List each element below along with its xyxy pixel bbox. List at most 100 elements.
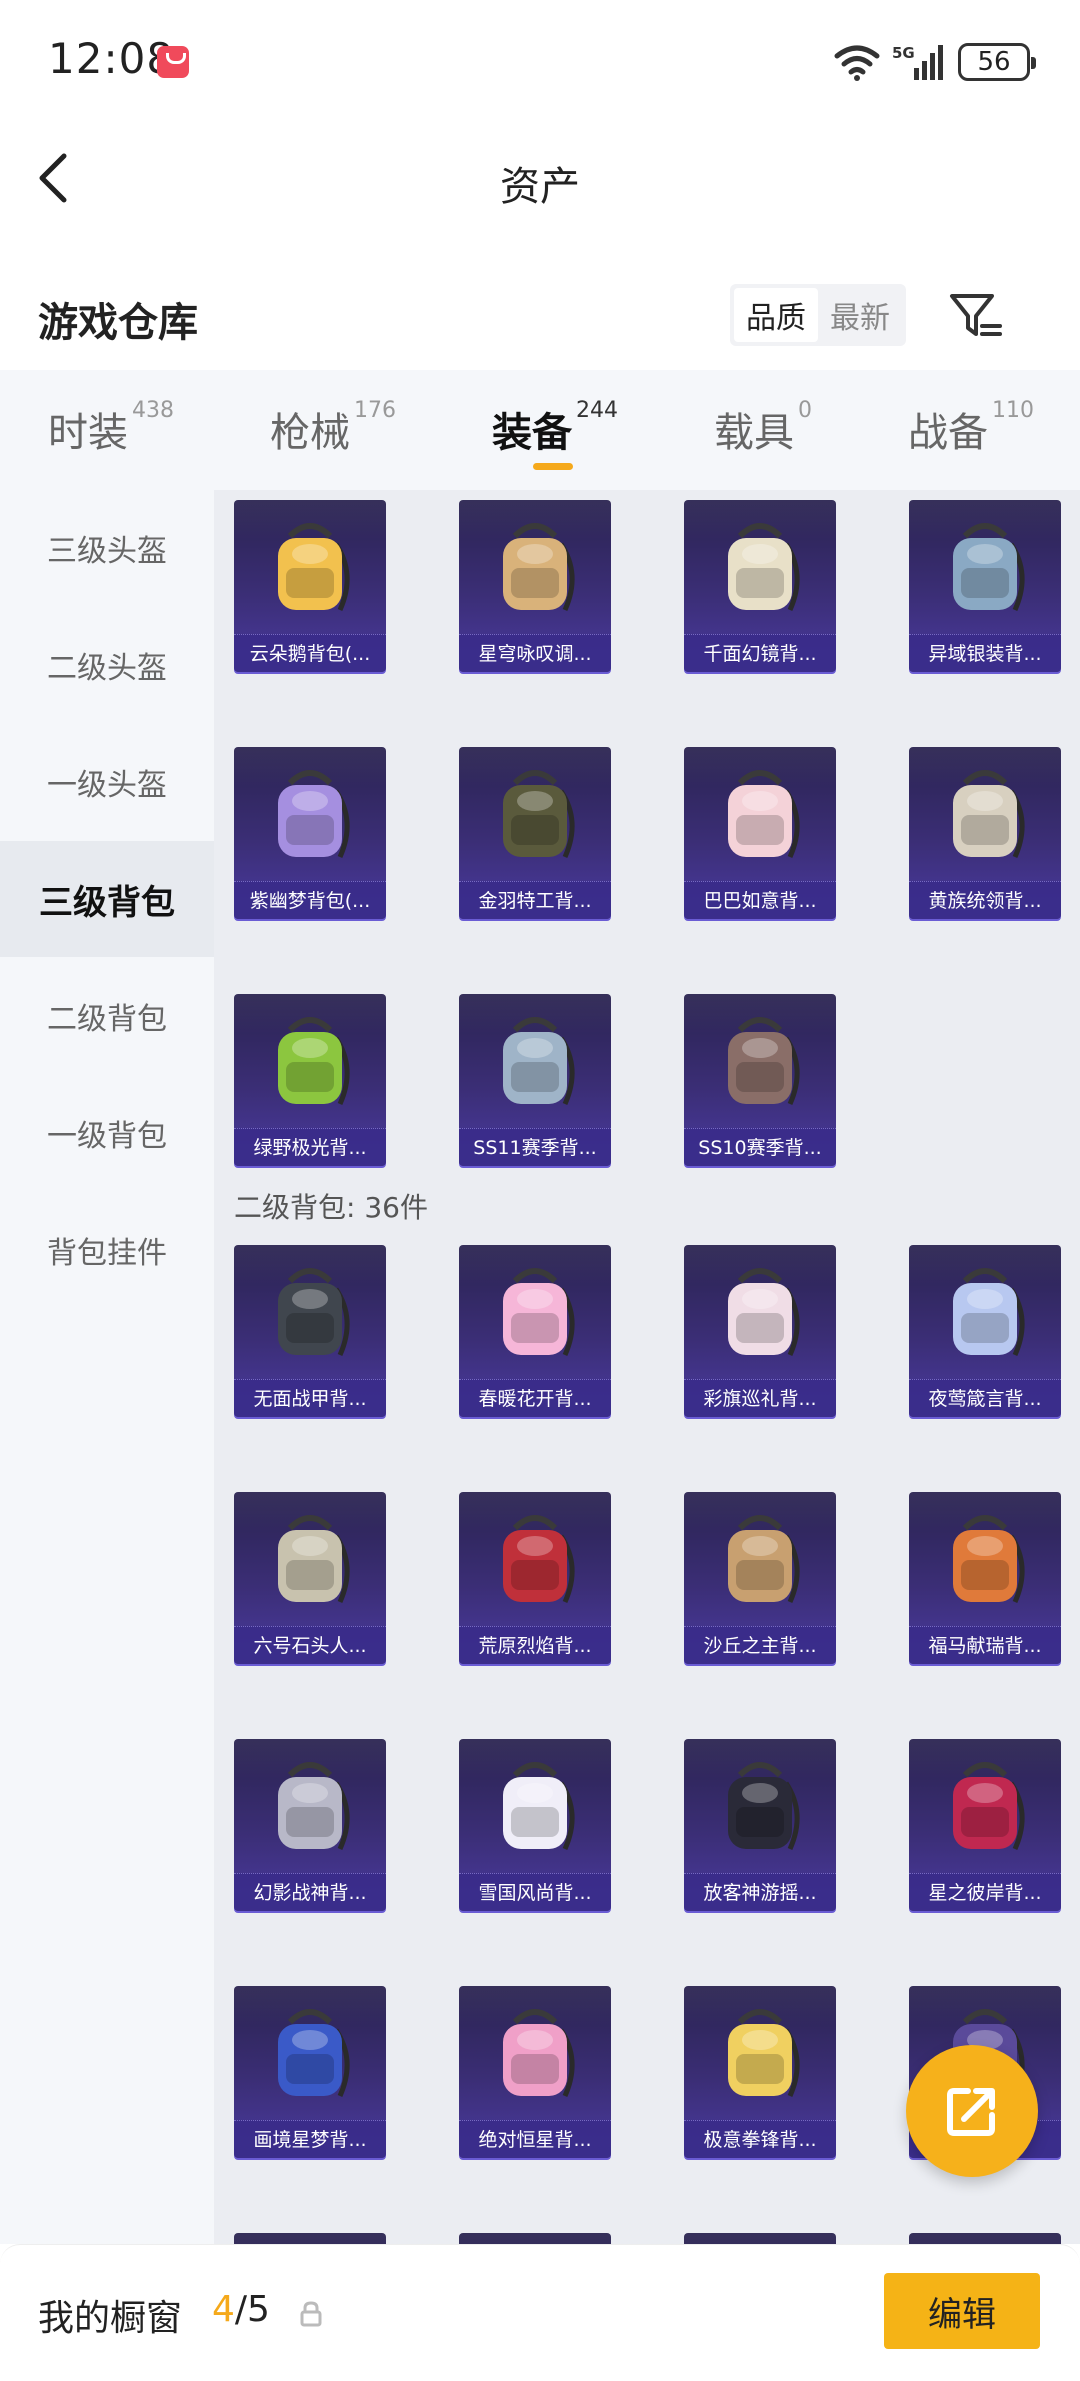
item-card[interactable]: 金羽特工背... [459,747,611,919]
item-card[interactable]: 星穹咏叹调... [459,500,611,672]
backpack-icon [278,2009,350,2098]
sidebar-item-level2-backpack[interactable]: 二级背包 [0,958,214,1074]
backpack-icon [278,1762,350,1851]
tab-equipment[interactable]: 装备 244 [492,398,618,470]
tab-firearms[interactable]: 枪械 176 [270,398,396,470]
filter-icon[interactable] [948,288,1004,344]
warehouse-title: 游戏仓库 [38,300,198,346]
item-card-label: 幻影战神背... [234,1873,386,1911]
item-card[interactable]: 夜莺箴言背... [909,1245,1061,1417]
backpack-icon [503,1762,575,1851]
showcase-label: 我的橱窗 [38,2298,183,2339]
item-card[interactable]: 幻影战神背... [234,1739,386,1911]
item-card[interactable]: 福马献瑞背... [909,1492,1061,1664]
item-card-label: 雪国风尚背... [459,1873,611,1911]
tab-label: 战备 [908,410,988,456]
backpack-icon [728,1017,800,1106]
item-card[interactable]: 千面幻镜背... [684,500,836,672]
backpack-icon [728,770,800,859]
item-card[interactable]: 星之彼岸背... [909,1739,1061,1911]
item-card[interactable]: 黄族统领背... [909,747,1061,919]
item-card-label: 金羽特工背... [459,881,611,919]
active-tab-indicator [533,463,573,470]
item-card-label: 福马献瑞背... [909,1626,1061,1664]
item-card-label: SS10赛季背... [684,1128,836,1166]
showcase-current: 4 [212,2289,235,2330]
item-card[interactable] [459,2233,611,2244]
backpack-icon [953,1268,1025,1357]
tab-label: 载具 [714,410,794,456]
backpack-icon [503,523,575,612]
backpack-icon [278,1268,350,1357]
item-card[interactable]: 春暖花开背... [459,1245,611,1417]
item-card-label: 绿野极光背... [234,1128,386,1166]
item-card[interactable]: 绝对恒星背... [459,1986,611,2158]
backpack-icon [278,770,350,859]
lock-icon [300,2301,322,2327]
network-type-label: 5G [892,44,915,62]
tab-vehicles[interactable]: 载具 0 [714,398,812,470]
item-card[interactable] [234,2233,386,2244]
item-card-label: 星穹咏叹调... [459,634,611,672]
item-card[interactable]: 极意拳锋背... [684,1986,836,2158]
sidebar-item-level1-backpack[interactable]: 一级背包 [0,1075,214,1191]
item-card[interactable]: SS10赛季背... [684,994,836,1166]
backpack-icon [503,1268,575,1357]
item-card[interactable]: 彩旗巡礼背... [684,1245,836,1417]
backpack-icon [278,1515,350,1604]
section-header-level2-backpack: 二级背包: 36件 [234,1191,428,1224]
backpack-icon [728,1268,800,1357]
item-card[interactable]: 巴巴如意背... [684,747,836,919]
shopping-bag-icon [157,46,189,78]
warehouse-bar: 游戏仓库 品质 最新 [0,270,1080,370]
edit-button[interactable]: 编辑 [884,2273,1040,2349]
item-card[interactable]: 荒原烈焰背... [459,1492,611,1664]
page-title: 资产 [500,164,580,210]
sort-option-quality[interactable]: 品质 [734,288,818,342]
item-card[interactable]: 紫幽梦背包(... [234,747,386,919]
item-card[interactable]: 六号石头人... [234,1492,386,1664]
item-card[interactable]: 画境星梦背... [234,1986,386,2158]
item-card[interactable]: 云朵鹅背包(... [234,500,386,672]
sidebar-item-level2-helmet[interactable]: 二级头盔 [0,607,214,723]
item-card[interactable] [909,2233,1061,2244]
sort-option-newest[interactable]: 最新 [818,288,902,342]
item-card[interactable]: 雪国风尚背... [459,1739,611,1911]
tab-fashion[interactable]: 时装 438 [48,398,174,470]
item-card[interactable]: 无面战甲背... [234,1245,386,1417]
item-card-label: 绝对恒星背... [459,2120,611,2158]
item-card[interactable]: 绿野极光背... [234,994,386,1166]
item-card[interactable]: 放客神游摇... [684,1739,836,1911]
backpack-icon [503,1017,575,1106]
tab-count: 244 [576,398,618,423]
item-card-label: SS11赛季背... [459,1128,611,1166]
tab-combat-gear[interactable]: 战备 110 [908,398,1034,470]
share-button[interactable] [906,2045,1038,2177]
sidebar-item-level3-helmet[interactable]: 三级头盔 [0,490,214,606]
item-card-label: 异域银装背... [909,634,1061,672]
item-card-label: 夜莺箴言背... [909,1379,1061,1417]
battery-level: 56 [977,47,1011,77]
app-header: 资产 [0,126,1080,226]
item-card-label: 荒原烈焰背... [459,1626,611,1664]
category-tabs: 时装 438 枪械 176 装备 244 载具 0 战备 110 [0,370,1080,490]
backpack-icon [503,2009,575,2098]
share-external-icon [947,2088,995,2136]
item-card[interactable] [684,2233,836,2244]
tab-label: 装备 [492,410,572,456]
item-card-label: 画境星梦背... [234,2120,386,2158]
backpack-icon [728,523,800,612]
tab-label: 时装 [48,410,128,456]
backpack-icon [953,1762,1025,1851]
item-card-label: 彩旗巡礼背... [684,1379,836,1417]
sidebar-item-backpack-charm[interactable]: 背包挂件 [0,1192,214,1308]
item-card[interactable]: 异域银装背... [909,500,1061,672]
sidebar-item-level1-helmet[interactable]: 一级头盔 [0,724,214,840]
item-card[interactable]: SS11赛季背... [459,994,611,1166]
item-card[interactable]: 沙丘之主背... [684,1492,836,1664]
wifi-icon [834,45,880,81]
backpack-icon [503,770,575,859]
sidebar-item-level3-backpack[interactable]: 三级背包 [0,841,214,957]
item-card-label: 春暖花开背... [459,1379,611,1417]
item-card-label: 星之彼岸背... [909,1873,1061,1911]
